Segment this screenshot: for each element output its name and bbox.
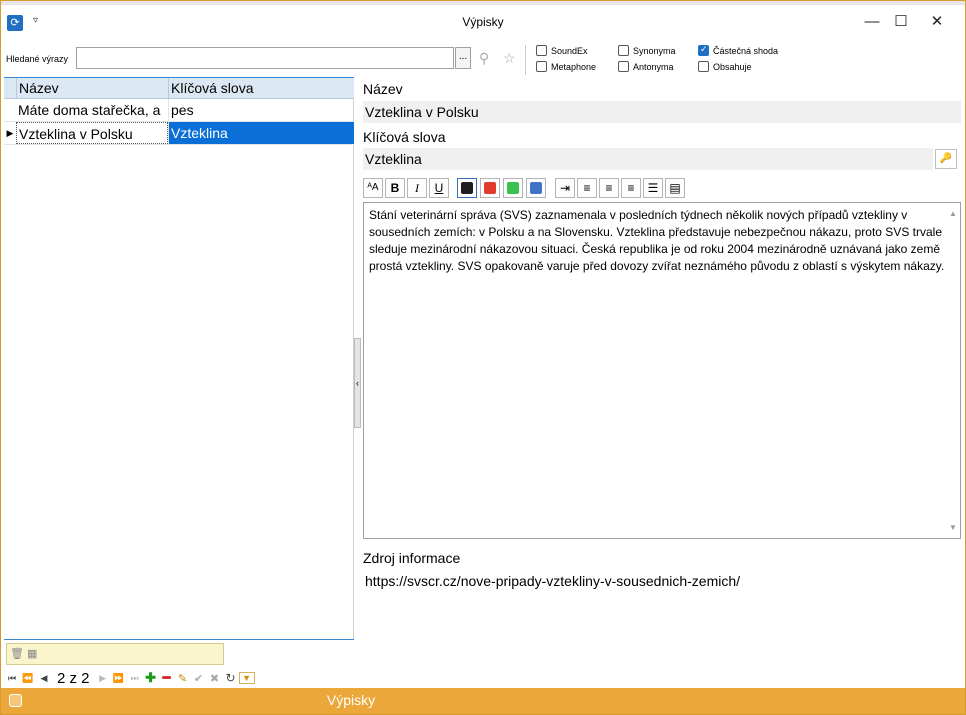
status-title: Výpisky [326, 692, 376, 708]
align-center-icon[interactable]: ≡ [599, 178, 619, 198]
favorite-star-icon[interactable]: ☆ [503, 50, 516, 67]
indent-icon[interactable]: ⇥ [555, 178, 575, 198]
title-bar: ⟳ ▿ Výpisky — ☐ ✕ [1, 5, 965, 39]
first-record-icon[interactable]: ⏮ [4, 673, 20, 684]
add-record-icon[interactable]: ✚ [143, 670, 159, 686]
obsahuje-checkbox[interactable] [698, 61, 709, 72]
option-synonyma[interactable]: Synonyma [618, 45, 676, 56]
records-grid: Název Klíčová slova Máte doma stařečka, … [4, 77, 354, 639]
synonyma-checkbox[interactable] [618, 45, 629, 56]
rich-text-toolbar: ᴬA B I U ⇥ ≡ ≡ ≡ ☰ ▤ [363, 176, 961, 200]
antonyma-checkbox[interactable] [618, 61, 629, 72]
color-red-button[interactable] [480, 178, 500, 198]
editor-scrollbar[interactable]: ▲ ▼ [946, 203, 960, 538]
status-bar: Výpisky [1, 688, 965, 714]
blue-swatch [530, 182, 542, 194]
minimize-button[interactable]: — [856, 11, 888, 33]
last-record-icon[interactable]: ⏭ [127, 673, 143, 684]
maximize-button[interactable]: ☐ [885, 11, 917, 33]
option-antonyma[interactable]: Antonyma [618, 61, 674, 72]
italic-icon[interactable]: I [407, 178, 427, 198]
current-row-arrow-icon: ▶ [6, 128, 14, 138]
castecna-shoda-label: Částečná shoda [713, 45, 779, 56]
bold-icon[interactable]: B [385, 178, 405, 198]
color-blue-button[interactable] [526, 178, 546, 198]
scroll-up-icon[interactable]: ▲ [946, 205, 960, 222]
row-indicator [4, 99, 16, 121]
source-label: Zdroj informace [363, 550, 461, 566]
metaphone-checkbox[interactable] [536, 61, 547, 72]
black-swatch [461, 182, 473, 194]
prev-page-icon[interactable]: ⏪ [20, 673, 36, 684]
table-row-selected[interactable]: ▶ Vzteklina v Polsku Vzteklina [4, 122, 354, 145]
metaphone-label: Metaphone [551, 61, 597, 72]
search-bar: Hledané výrazy ... ⚲ ☆ SoundEx Metaphone… [1, 41, 965, 77]
filter-funnel-icon[interactable]: ▼ [238, 672, 255, 684]
splitter-handle[interactable]: ‹ [354, 338, 361, 428]
next-record-icon[interactable]: ▶ [95, 673, 111, 684]
post-record-icon[interactable]: ✔ [191, 672, 207, 685]
next-page-icon[interactable]: ⏩ [111, 673, 127, 684]
keywords-label: Klíčová slova [363, 129, 446, 145]
option-obsahuje[interactable]: Obsahuje [698, 61, 752, 72]
color-green-button[interactable] [503, 178, 523, 198]
keywords-field[interactable]: Vzteklina [363, 148, 933, 170]
grid-bottom-border [4, 639, 354, 640]
delete-record-icon[interactable]: ━ [159, 670, 175, 686]
close-button[interactable]: ✕ [921, 11, 953, 33]
column-header-klicova-slova[interactable]: Klíčová slova [168, 78, 354, 98]
search-icon[interactable]: ⚲ [479, 50, 489, 67]
text-editor[interactable]: Stání veterinární správa (SVS) zaznamena… [363, 202, 961, 539]
font-size-icon[interactable]: ᴬA [363, 178, 383, 198]
window-title: Výpisky [462, 15, 504, 29]
navigator: ⏮ ⏪ ◀ 2 z 2 ▶ ⏩ ⏭ ✚ ━ ✎ ✔ ✖ ↻ ▼ [4, 667, 354, 689]
search-browse-button[interactable]: ... [455, 47, 471, 69]
castecna-shoda-checkbox[interactable] [698, 44, 709, 56]
option-metaphone[interactable]: Metaphone [536, 61, 596, 72]
trash-icon[interactable]: 🗑 [10, 647, 24, 660]
antonyma-label: Antonyma [633, 61, 674, 72]
color-black-button[interactable] [457, 178, 477, 198]
refresh-icon[interactable]: ↻ [223, 671, 239, 685]
red-swatch [484, 182, 496, 194]
name-field[interactable]: Vzteklina v Polsku [363, 101, 961, 123]
cell-nazev[interactable]: Vzteklina v Polsku [16, 122, 168, 144]
filter-bar[interactable]: 🗑 ▦ [6, 643, 224, 665]
search-label: Hledané výrazy [6, 54, 69, 64]
prev-record-icon[interactable]: ◀ [36, 673, 52, 684]
edit-record-icon[interactable]: ✎ [175, 672, 191, 685]
column-header-nazev[interactable]: Název [16, 78, 168, 98]
main-window: ⟳ ▿ Výpisky — ☐ ✕ Hledané výrazy ... ⚲ ☆… [0, 0, 966, 715]
bullet-list-icon[interactable]: ▤ [665, 178, 685, 198]
align-right-icon[interactable]: ≡ [621, 178, 641, 198]
table-row[interactable]: Máte doma stařečka, a pes [4, 99, 354, 122]
cell-klicova-slova[interactable]: Vzteklina [168, 122, 354, 144]
editor-text: Stání veterinární správa (SVS) zaznamena… [369, 208, 945, 273]
scroll-down-icon[interactable]: ▼ [946, 519, 960, 536]
green-swatch [507, 182, 519, 194]
align-justify-icon[interactable]: ☰ [643, 178, 663, 198]
underline-icon[interactable]: U [429, 178, 449, 198]
detail-panel: Název Vzteklina v Polsku Klíčová slova V… [361, 77, 961, 687]
soundex-checkbox[interactable] [536, 45, 547, 56]
cell-klicova-slova[interactable]: pes [168, 99, 354, 121]
option-soundex[interactable]: SoundEx [536, 45, 588, 56]
search-input[interactable] [76, 47, 454, 69]
search-separator [525, 45, 526, 75]
name-label: Název [363, 81, 403, 97]
cancel-record-icon[interactable]: ✖ [207, 672, 223, 685]
align-left-icon[interactable]: ≡ [577, 178, 597, 198]
grid-filter-icon[interactable]: ▦ [27, 647, 37, 660]
grid-header: Název Klíčová slova [4, 77, 354, 99]
page-indicator: 2 z 2 [57, 669, 90, 687]
obsahuje-label: Obsahuje [713, 61, 752, 72]
soundex-label: SoundEx [551, 45, 588, 56]
synonyma-label: Synonyma [633, 45, 676, 56]
source-field[interactable]: https://svscr.cz/nove-pripady-vztekliny-… [363, 570, 961, 592]
option-castecna-shoda[interactable]: Částečná shoda [698, 44, 779, 56]
cell-nazev[interactable]: Máte doma stařečka, a [16, 99, 168, 121]
keywords-lookup-icon[interactable]: 🔑 [935, 149, 957, 169]
